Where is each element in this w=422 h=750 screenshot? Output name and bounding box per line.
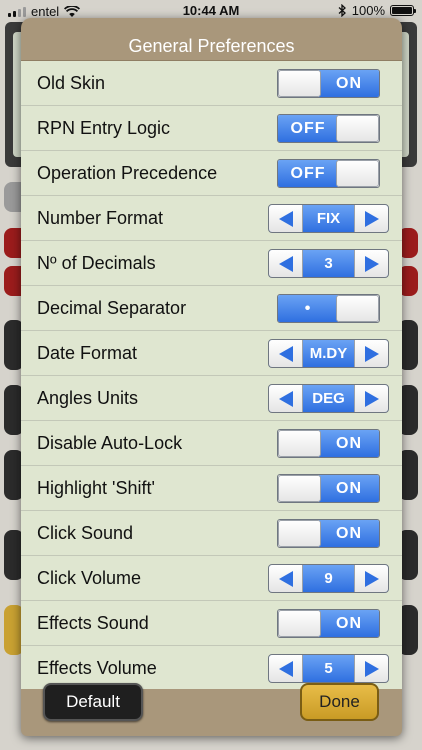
pref-label: Date Format bbox=[37, 343, 138, 363]
date-format-stepper: M.DY bbox=[268, 339, 389, 368]
status-right: 100% bbox=[338, 3, 416, 18]
stepper-value: 3 bbox=[324, 255, 333, 272]
left-arrow-icon[interactable] bbox=[269, 205, 303, 232]
decimal-separator-toggle[interactable]: • bbox=[277, 294, 380, 323]
left-arrow-icon[interactable] bbox=[269, 655, 303, 682]
old-skin-toggle[interactable]: ON bbox=[277, 69, 380, 98]
pref-row-number-of-decimals: Nº of Decimals 3 bbox=[21, 241, 402, 286]
stepper-value: FIX bbox=[316, 210, 341, 227]
toggle-knob bbox=[336, 115, 379, 142]
toggle-knob bbox=[278, 70, 321, 97]
pref-row-decimal-separator: Decimal Separator • bbox=[21, 286, 402, 331]
pref-row-rpn-entry-logic: RPN Entry Logic OFF bbox=[21, 106, 402, 151]
rpn-entry-logic-toggle[interactable]: OFF bbox=[277, 114, 380, 143]
right-arrow-icon[interactable] bbox=[354, 250, 388, 277]
decimals-stepper: 3 bbox=[268, 249, 389, 278]
click-volume-stepper: 9 bbox=[268, 564, 389, 593]
battery-icon bbox=[390, 5, 416, 16]
disable-auto-lock-toggle[interactable]: ON bbox=[277, 429, 380, 458]
pref-label: Old Skin bbox=[37, 73, 106, 93]
pref-label: RPN Entry Logic bbox=[37, 118, 171, 138]
toggle-knob bbox=[278, 475, 321, 502]
operation-precedence-toggle[interactable]: OFF bbox=[277, 159, 380, 188]
pref-label: Disable Auto-Lock bbox=[37, 433, 183, 453]
stepper-value: DEG bbox=[312, 390, 345, 407]
pref-row-click-sound: Click Sound ON bbox=[21, 511, 402, 556]
toggle-knob bbox=[278, 520, 321, 547]
pref-label: Click Sound bbox=[37, 523, 134, 543]
dialog-title: General Preferences bbox=[128, 36, 295, 56]
toggle-knob bbox=[336, 160, 379, 187]
preferences-list[interactable]: Old Skin ON RPN Entry Logic OFF Operatio… bbox=[21, 60, 402, 689]
toggle-state: OFF bbox=[278, 115, 338, 142]
pref-label: Click Volume bbox=[37, 568, 142, 588]
pref-row-operation-precedence: Operation Precedence OFF bbox=[21, 151, 402, 196]
toggle-state: ON bbox=[319, 430, 379, 457]
bluetooth-icon bbox=[338, 4, 346, 17]
right-arrow-icon[interactable] bbox=[354, 655, 388, 682]
number-format-stepper: FIX bbox=[268, 204, 389, 233]
left-arrow-icon[interactable] bbox=[269, 340, 303, 367]
toggle-state: ON bbox=[319, 610, 379, 637]
pref-row-angles-units: Angles Units DEG bbox=[21, 376, 402, 421]
pref-row-disable-auto-lock: Disable Auto-Lock ON bbox=[21, 421, 402, 466]
pref-label: Highlight 'Shift' bbox=[37, 478, 155, 498]
toggle-knob bbox=[278, 430, 321, 457]
toggle-state: OFF bbox=[278, 160, 338, 187]
left-arrow-icon[interactable] bbox=[269, 385, 303, 412]
right-arrow-icon[interactable] bbox=[354, 205, 388, 232]
pref-row-number-format: Number Format FIX bbox=[21, 196, 402, 241]
toggle-knob bbox=[278, 610, 321, 637]
angles-units-stepper: DEG bbox=[268, 384, 389, 413]
right-arrow-icon[interactable] bbox=[354, 340, 388, 367]
pref-row-effects-sound: Effects Sound ON bbox=[21, 601, 402, 646]
pref-row-highlight-shift: Highlight 'Shift' ON bbox=[21, 466, 402, 511]
left-arrow-icon[interactable] bbox=[269, 250, 303, 277]
preferences-dialog: General Preferences Old Skin ON RPN Entr… bbox=[21, 18, 402, 736]
battery-percent: 100% bbox=[351, 3, 385, 18]
stepper-value: 5 bbox=[324, 660, 333, 677]
done-button[interactable]: Done bbox=[300, 683, 379, 721]
stepper-value: M.DY bbox=[309, 345, 348, 362]
left-arrow-icon[interactable] bbox=[269, 565, 303, 592]
right-arrow-icon[interactable] bbox=[354, 385, 388, 412]
toggle-state: ON bbox=[319, 70, 379, 97]
toggle-state: • bbox=[278, 295, 338, 322]
right-arrow-icon[interactable] bbox=[354, 565, 388, 592]
effects-volume-stepper: 5 bbox=[268, 654, 389, 683]
stepper-value: 9 bbox=[324, 570, 333, 587]
pref-label: Decimal Separator bbox=[37, 298, 187, 318]
effects-sound-toggle[interactable]: ON bbox=[277, 609, 380, 638]
click-sound-toggle[interactable]: ON bbox=[277, 519, 380, 548]
pref-label: Nº of Decimals bbox=[37, 253, 156, 273]
pref-label: Operation Precedence bbox=[37, 163, 218, 183]
default-button[interactable]: Default bbox=[43, 683, 143, 721]
toggle-knob bbox=[336, 295, 379, 322]
pref-label: Number Format bbox=[37, 208, 164, 228]
pref-row-date-format: Date Format M.DY bbox=[21, 331, 402, 376]
highlight-shift-toggle[interactable]: ON bbox=[277, 474, 380, 503]
toggle-state: ON bbox=[319, 520, 379, 547]
toggle-state: ON bbox=[319, 475, 379, 502]
pref-label: Angles Units bbox=[37, 388, 139, 408]
pref-label: Effects Sound bbox=[37, 613, 149, 633]
pref-row-click-volume: Click Volume 9 bbox=[21, 556, 402, 601]
pref-row-old-skin: Old Skin ON bbox=[21, 61, 402, 106]
